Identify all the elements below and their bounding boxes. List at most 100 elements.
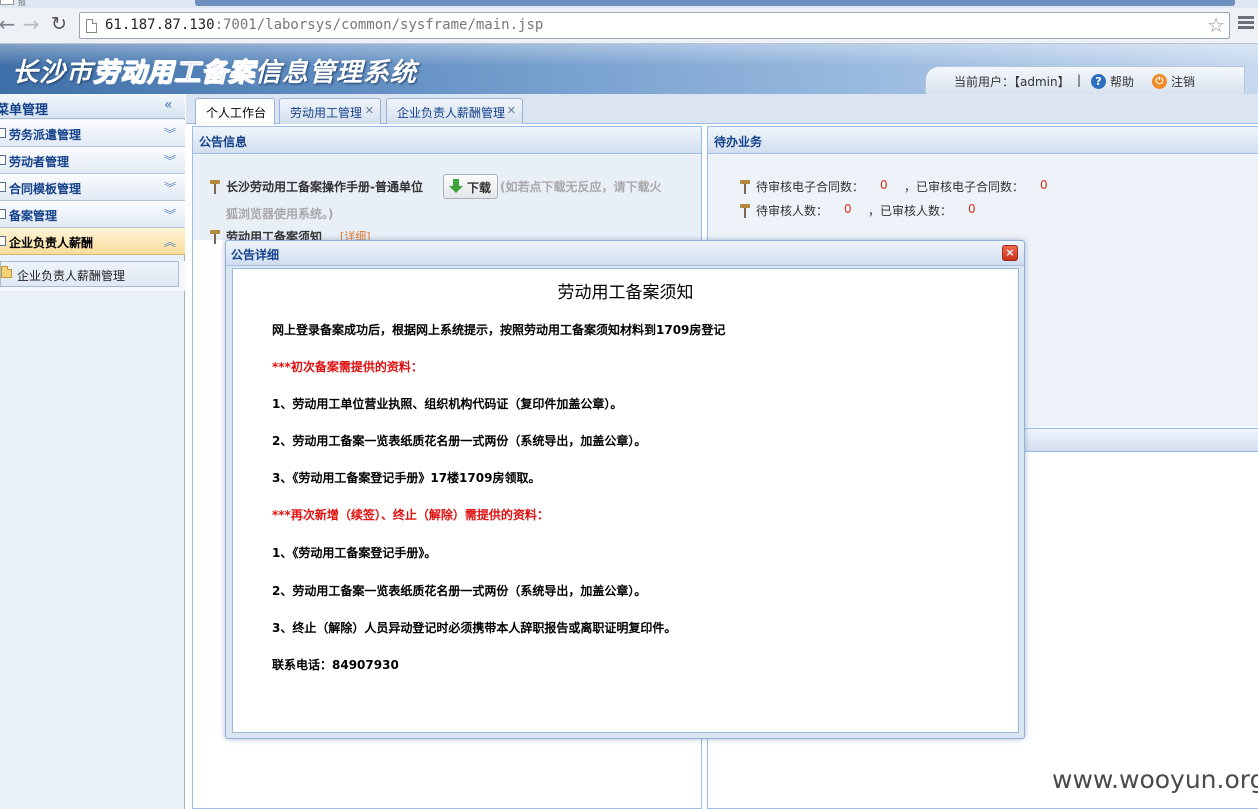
folder-icon xyxy=(1,266,12,278)
current-user: 当前用户：【admin】 xyxy=(954,75,1070,89)
sidebar-item-contract-templates[interactable]: 合同模板管理 ︾ xyxy=(0,174,185,201)
doc-renewal-item-3: 3、终止（解除）人员异动登记时必须携带本人辞职报告或离职证明复印件。 xyxy=(272,621,677,635)
notice-manual-title[interactable]: 长沙劳动用工备案操作手册-普通单位 xyxy=(226,178,423,195)
sidebar-item-label: 劳动者管理 xyxy=(9,155,70,169)
user-bar: 当前用户：【admin】 | ? 帮助 ⏻ 注销 xyxy=(925,66,1245,94)
todo-panel-title: 待办业务 xyxy=(714,135,763,149)
document-title: 劳动用工备案须知 xyxy=(557,283,694,303)
bookmark-star-icon[interactable]: ☆ xyxy=(1207,14,1225,36)
approved-contracts-count[interactable]: 0 xyxy=(1040,178,1048,192)
logout-link[interactable]: 注销 xyxy=(1171,73,1195,90)
menu-node-icon xyxy=(0,155,6,165)
doc-renewal-item-1: 1、《劳动用工备案登记手册》。 xyxy=(272,546,437,560)
browser-active-tab[interactable] xyxy=(195,0,1235,6)
sidebar-item-workers[interactable]: 劳动者管理 ︾ xyxy=(0,147,185,174)
sidebar-item-labor-dispatch[interactable]: 劳务派遣管理 ︾ xyxy=(0,120,185,147)
pin-icon xyxy=(210,230,220,244)
sidebar-subitem-label: 企业负责人薪酬管理 xyxy=(17,269,126,283)
tab-label: 个人工作台 xyxy=(206,106,267,120)
close-icon[interactable]: ✕ xyxy=(507,104,516,117)
close-icon[interactable]: ✕ xyxy=(365,104,374,117)
user-bar-separator: | xyxy=(1077,73,1082,87)
browser-toolbar: 报 ← → ↻ 61.187.87.130:7001/laborsys/comm… xyxy=(0,0,1258,44)
browser-tab-favicon xyxy=(0,0,14,5)
sidebar-title: 菜单管理 xyxy=(0,103,49,118)
close-icon[interactable]: × xyxy=(1002,245,1018,261)
announcement-panel-header: 公告信息 xyxy=(193,127,701,154)
sidebar-subitem-frame[interactable]: 企业负责人薪酬管理 xyxy=(0,261,179,287)
url-text[interactable]: 61.187.87.130:7001/laborsys/common/sysfr… xyxy=(105,17,543,33)
collapse-chevron-icon[interactable]: ︽ xyxy=(164,233,176,250)
sidebar-item-label: 劳务派遣管理 xyxy=(9,128,82,142)
download-button-label: 下载 xyxy=(467,181,492,195)
pending-contracts-count[interactable]: 0 xyxy=(880,178,888,192)
sidebar-item-filing[interactable]: 备案管理 ︾ xyxy=(0,201,185,228)
announcement-panel-title: 公告信息 xyxy=(199,135,248,149)
doc-first-item-2: 2、劳动用工备案一览表纸质花名册一式两份（系统导出，加盖公章）。 xyxy=(272,434,647,448)
sidebar: 菜单管理 « 劳务派遣管理 ︾ 劳动者管理 ︾ 合同模板管理 ︾ 备案管理 ︾ … xyxy=(0,94,185,809)
collapse-double-chevron-icon[interactable]: « xyxy=(164,97,173,113)
pending-contracts-label: 待审核电子合同数： xyxy=(756,180,865,194)
dialog-header: 公告详细 × xyxy=(226,241,1024,266)
tab-executive-pay-management[interactable]: 企业负责人薪酬管理 ✕ xyxy=(386,98,523,124)
menu-node-icon xyxy=(0,209,6,219)
approved-contracts-label: ，已审核电子合同数： xyxy=(904,180,1025,194)
pin-icon xyxy=(740,204,750,218)
download-hint-line2: 狐浏览器使用系统。) xyxy=(226,207,334,221)
pin-icon xyxy=(210,180,220,194)
browser-menu-icon[interactable] xyxy=(1238,16,1254,32)
doc-first-item-1: 1、劳动用工单位营业执照、组织机构代码证（复印件加盖公章）。 xyxy=(272,397,623,411)
back-arrow-icon[interactable]: ← xyxy=(0,12,18,36)
approved-workers-label: ，已审核人数： xyxy=(868,204,953,218)
app-header: 长沙市劳动用工备案信息管理系统 当前用户：【admin】 | ? 帮助 ⏻ 注销 xyxy=(0,44,1258,94)
pending-workers-count[interactable]: 0 xyxy=(844,202,852,216)
expand-chevron-icon[interactable]: ︾ xyxy=(164,125,176,142)
menu-node-icon xyxy=(0,182,6,192)
download-button[interactable]: 下载 xyxy=(443,174,498,199)
app-title: 长沙市劳动用工备案信息管理系统 xyxy=(12,52,417,89)
tab-workbench[interactable]: 个人工作台 xyxy=(195,98,275,125)
watermark: www.wooyun.org xyxy=(1052,765,1258,794)
doc-renewal-heading: ***再次新增（续签）、终止（解除）需提供的资料： xyxy=(272,508,549,522)
doc-renewal-item-2: 2、劳动用工备案一览表纸质花名册一式两份（系统导出，加盖公章）。 xyxy=(272,584,647,598)
sidebar-item-label: 备案管理 xyxy=(9,209,58,223)
dialog-title: 公告详细 xyxy=(231,248,280,262)
help-link[interactable]: 帮助 xyxy=(1110,73,1134,90)
doc-first-filing-heading: ***初次备案需提供的资料： xyxy=(272,360,423,374)
menu-node-icon xyxy=(0,128,6,138)
pin-icon xyxy=(740,180,750,194)
sidebar-item-executive-pay[interactable]: 企业负责人薪酬 ︽ xyxy=(0,228,185,255)
tab-labor-management[interactable]: 劳动用工管理 ✕ xyxy=(279,98,381,124)
expand-chevron-icon[interactable]: ︾ xyxy=(164,179,176,196)
forward-arrow-icon[interactable]: → xyxy=(20,12,42,36)
sidebar-subitem[interactable]: 企业负责人薪酬管理 xyxy=(0,261,185,291)
dialog-content: 劳动用工备案须知 网上登录备案成功后，根据网上系统提示，按照劳动用工备案须知材料… xyxy=(232,268,1019,733)
doc-intro: 网上登录备案成功后，根据网上系统提示，按照劳动用工备案须知材料到1709房登记 xyxy=(272,323,726,337)
doc-contact-phone: 联系电话：84907930 xyxy=(272,658,399,672)
address-bar[interactable]: 61.187.87.130:7001/laborsys/common/sysfr… xyxy=(79,12,1230,39)
url-path: :7001/laborsys/common/sysframe/main.jsp xyxy=(214,17,544,33)
announcement-detail-dialog: 公告详细 × 劳动用工备案须知 网上登录备案成功后，根据网上系统提示，按照劳动用… xyxy=(225,240,1025,739)
power-icon[interactable]: ⏻ xyxy=(1152,74,1167,89)
sidebar-header: 菜单管理 « xyxy=(0,94,185,119)
help-icon[interactable]: ? xyxy=(1091,74,1106,89)
expand-chevron-icon[interactable]: ︾ xyxy=(164,206,176,223)
sidebar-item-label: 企业负责人薪酬 xyxy=(9,236,94,250)
tab-label: 劳动用工管理 xyxy=(290,106,363,120)
pending-workers-label: 待审核人数： xyxy=(756,204,829,218)
download-arrow-icon xyxy=(449,179,463,194)
approved-workers-count[interactable]: 0 xyxy=(968,202,976,216)
doc-first-item-3: 3、《劳动用工备案登记手册》17楼1709房领取。 xyxy=(272,471,541,485)
download-hint-line1: (如若点下载无反应，请下载火 xyxy=(500,180,662,194)
reload-icon[interactable]: ↻ xyxy=(48,12,70,36)
title-suffix: 信息管理系统 xyxy=(255,58,418,88)
tab-label: 企业负责人薪酬管理 xyxy=(397,106,506,120)
tab-strip: 个人工作台 劳动用工管理 ✕ 企业负责人薪酬管理 ✕ xyxy=(186,94,1258,125)
browser-tab-title[interactable]: 报 xyxy=(18,0,26,7)
todo-panel-header: 待办业务 xyxy=(708,127,1258,154)
menu-node-icon xyxy=(0,236,6,246)
sidebar-item-label: 合同模板管理 xyxy=(9,182,82,196)
expand-chevron-icon[interactable]: ︾ xyxy=(164,152,176,169)
page-icon xyxy=(86,19,97,33)
url-host: 61.187.87.130 xyxy=(105,17,215,33)
